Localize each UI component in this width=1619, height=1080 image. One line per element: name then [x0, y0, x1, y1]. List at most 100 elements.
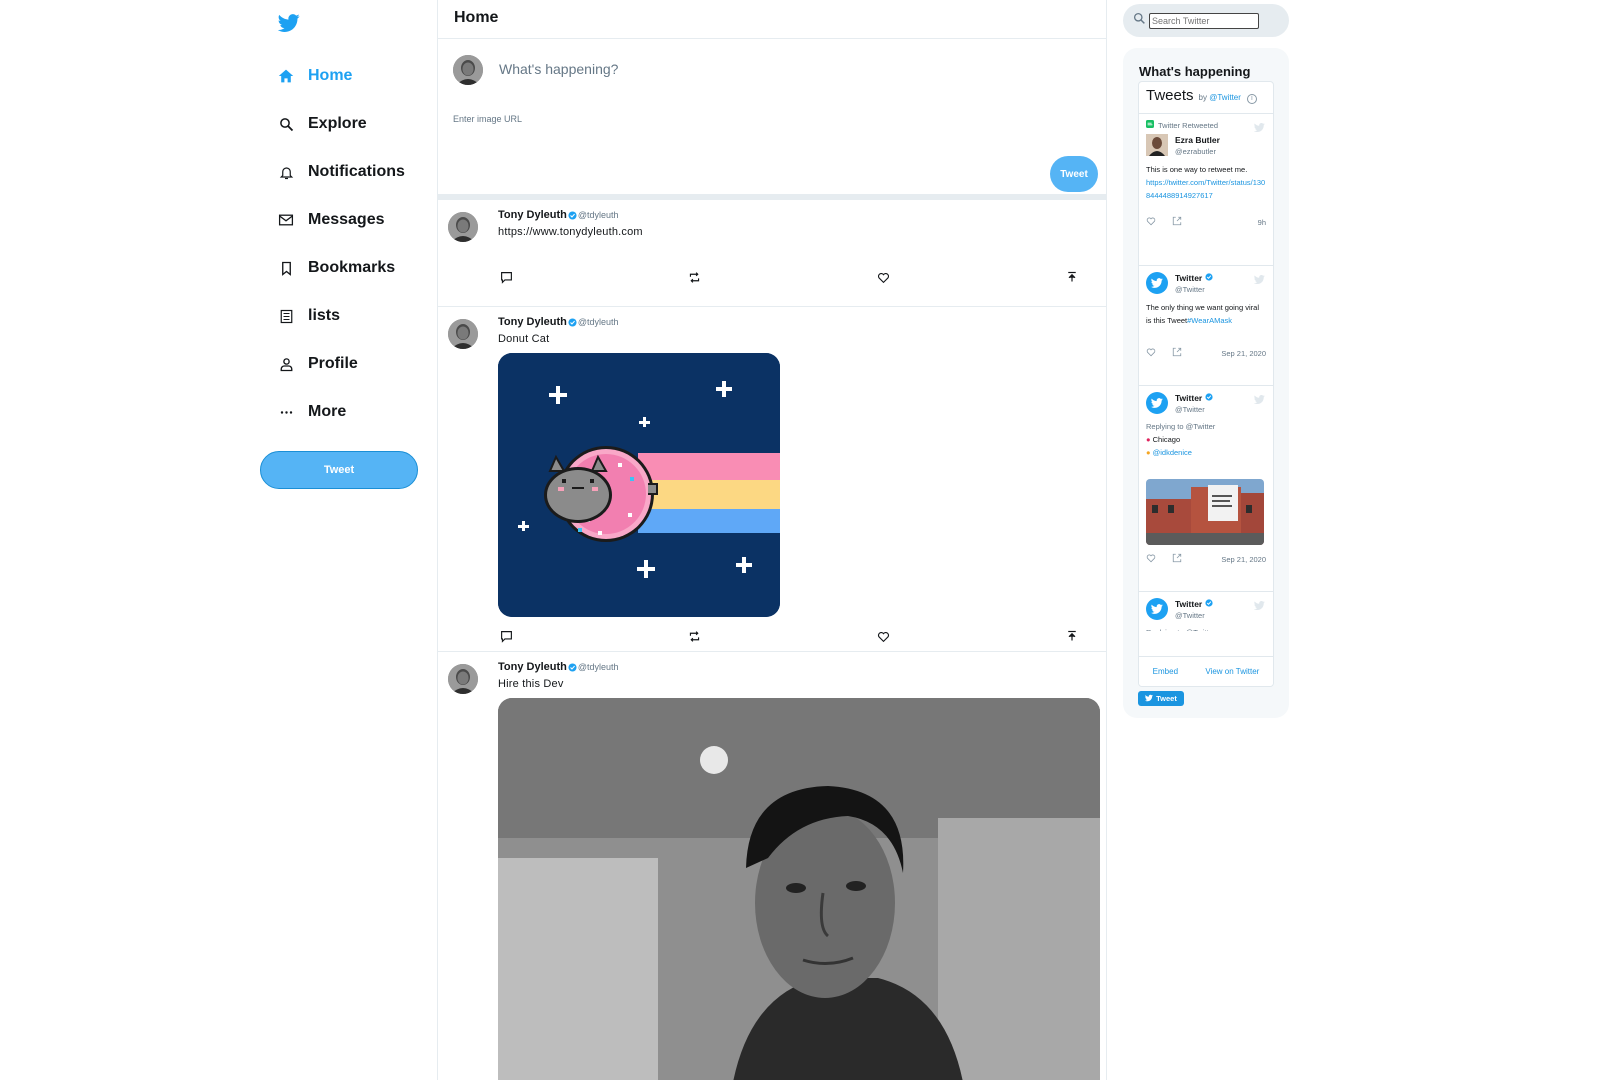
embed-reply-label: Replying to @Twitter: [1146, 626, 1266, 631]
user-icon: [276, 354, 296, 374]
embed-avatar: [1146, 598, 1168, 620]
image-url-input[interactable]: Enter image URL: [453, 114, 522, 124]
search-icon: [1133, 12, 1146, 30]
app: Home Explore Notifications Messages Book…: [0, 0, 1619, 1080]
nav-bookmarks[interactable]: Bookmarks: [276, 253, 395, 283]
mail-icon: [276, 210, 296, 230]
embed-user-name-text: Twitter: [1175, 598, 1203, 609]
share-icon[interactable]: [1172, 553, 1182, 565]
embed-tweet-time[interactable]: Sep 21, 2020: [1221, 349, 1266, 358]
verified-icon: [1205, 392, 1213, 403]
reply-icon[interactable]: [498, 628, 514, 644]
embed-user-handle: @ezrabutler: [1175, 146, 1216, 156]
embed-tweet[interactable]: Twitter @Twitter Replying to @Twitter ● …: [1139, 386, 1273, 592]
share-icon[interactable]: [1172, 347, 1182, 359]
tweet-media-image[interactable]: [498, 353, 780, 617]
nav-explore[interactable]: Explore: [276, 109, 367, 139]
tweet-author-name[interactable]: Tony Dyleuth: [498, 661, 567, 673]
embed-tweet[interactable]: Twitter @Twitter The only thing we want …: [1139, 266, 1273, 386]
tweet-avatar[interactable]: [448, 319, 478, 349]
embed-tweet-link[interactable]: https://twitter.com/Twitter/status/13084…: [1146, 178, 1265, 200]
search-icon: [276, 114, 296, 134]
embed-tweet-text: This is one way to retweet me. https://t…: [1146, 163, 1266, 202]
embed-avatar: [1146, 392, 1168, 414]
embed-user[interactable]: Ezra Butler @ezrabutler: [1146, 134, 1266, 156]
retweet-icon[interactable]: [686, 628, 702, 644]
nav-more-label: More: [308, 403, 347, 420]
composer-input[interactable]: What's happening?: [499, 61, 618, 77]
tweet-text: Donut Cat: [498, 333, 550, 345]
like-icon[interactable]: [1146, 553, 1156, 565]
info-icon[interactable]: i: [1246, 93, 1257, 104]
embed-user[interactable]: Twitter @Twitter: [1146, 598, 1266, 620]
embed-user[interactable]: Twitter @Twitter: [1146, 392, 1266, 414]
like-icon[interactable]: [1146, 347, 1156, 359]
sidebar-tweet-button[interactable]: Tweet: [260, 451, 418, 489]
embed-tweet-button[interactable]: Tweet: [1138, 691, 1184, 706]
pin-icon: ●: [1146, 435, 1151, 444]
nav-home[interactable]: Home: [276, 61, 352, 91]
page-title: Home: [454, 9, 499, 26]
embed-by-handle[interactable]: @Twitter: [1209, 93, 1241, 102]
embed-user[interactable]: Twitter @Twitter: [1146, 272, 1266, 294]
tweet-avatar[interactable]: [448, 664, 478, 694]
tweet-avatar[interactable]: [448, 212, 478, 242]
embed-user-name: Twitter: [1175, 599, 1213, 609]
nav-profile-label: Profile: [308, 355, 358, 372]
embed-user-handle: @Twitter: [1175, 404, 1205, 414]
view-on-twitter-link[interactable]: View on Twitter: [1205, 667, 1259, 676]
embed-tweet-time[interactable]: 9h: [1258, 218, 1266, 227]
share-icon[interactable]: [1064, 628, 1080, 644]
nav-lists-label: lists: [308, 307, 341, 324]
tweet-text: https://www.tonydyleuth.com: [498, 226, 643, 238]
embed-user-name: Twitter: [1175, 393, 1213, 403]
tweet-item[interactable]: Tony Dyleuth @tdyleuth Hire this Dev: [438, 652, 1106, 1080]
tweet-item[interactable]: Tony Dyleuth @tdyleuth https://www.tonyd…: [438, 200, 1106, 307]
embed-tweet-image[interactable]: [1146, 479, 1264, 545]
nav-explore-label: Explore: [308, 115, 367, 132]
embed-link[interactable]: Embed: [1153, 667, 1178, 676]
embed-user-handle: @Twitter: [1175, 284, 1205, 294]
nav-notifications[interactable]: Notifications: [276, 157, 405, 187]
nav-more[interactable]: More: [276, 397, 346, 427]
nav-messages-label: Messages: [308, 211, 385, 228]
share-icon[interactable]: [1064, 269, 1080, 285]
search-bar: [1123, 4, 1289, 37]
more-icon: [276, 402, 296, 422]
embed-tweet-time[interactable]: Sep 21, 2020: [1221, 555, 1266, 564]
composer-tweet-button[interactable]: Tweet: [1050, 156, 1098, 192]
tweet-media-photo[interactable]: [498, 698, 1100, 1080]
embed-hashtag-link[interactable]: #WearAMask: [1187, 316, 1232, 325]
twitter-bird-icon: [1253, 274, 1265, 287]
tweet-item[interactable]: Tony Dyleuth @tdyleuth Donut Cat: [438, 307, 1106, 652]
retweet-icon[interactable]: [686, 269, 702, 285]
list-icon: [276, 306, 296, 326]
embed-tweet-text: The only thing we want going viral is th…: [1146, 301, 1266, 327]
twitter-logo-icon[interactable]: [277, 12, 302, 36]
tweet-author-name[interactable]: Tony Dyleuth: [498, 209, 567, 221]
trends-title: What's happening: [1139, 64, 1251, 79]
embed-user-name: Ezra Butler: [1175, 134, 1220, 145]
nav-profile[interactable]: Profile: [276, 349, 358, 379]
reply-icon[interactable]: [498, 269, 514, 285]
like-icon[interactable]: [875, 628, 891, 644]
embed-footer: Embed View on Twitter: [1139, 656, 1273, 686]
embed-user-handle: @Twitter: [1175, 610, 1205, 620]
nav-lists[interactable]: lists: [276, 301, 340, 331]
like-icon[interactable]: [875, 269, 891, 285]
embed-mention-link[interactable]: @idkdenice: [1153, 448, 1192, 457]
like-icon[interactable]: [1146, 216, 1156, 228]
embed-tweet-footer: Sep 21, 2020: [1146, 347, 1266, 359]
share-icon[interactable]: [1172, 216, 1182, 228]
verified-icon: [1205, 598, 1213, 609]
tweet-body: Tony Dyleuth @tdyleuth Hire this Dev: [498, 652, 1106, 1080]
retweeted-text: Twitter Retweeted: [1158, 120, 1219, 130]
bell-icon: [276, 162, 296, 182]
embed-tweet-footer: Sep 21, 2020: [1146, 553, 1266, 565]
tweet-actions: [498, 628, 1106, 648]
embed-tweet[interactable]: Twitter Retweeted Ezra Butler @ezrabutle…: [1139, 114, 1273, 266]
nav-messages[interactable]: Messages: [276, 205, 385, 235]
search-input[interactable]: [1149, 12, 1259, 29]
main-header: Home: [438, 0, 1106, 39]
tweet-author-name[interactable]: Tony Dyleuth: [498, 316, 567, 328]
